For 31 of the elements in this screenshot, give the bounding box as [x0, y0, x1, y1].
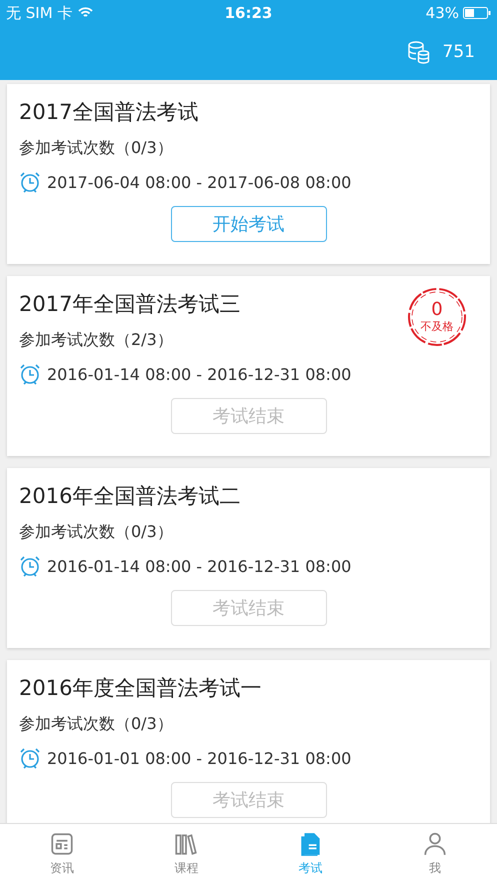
tab-item[interactable]: 资讯 — [0, 824, 124, 883]
tab-item[interactable]: 课程 — [124, 824, 248, 883]
person-icon — [422, 830, 448, 856]
clock: 16:23 — [224, 4, 272, 22]
tab-item[interactable]: 考试 — [248, 824, 373, 883]
coin-balance: 751 — [442, 42, 475, 62]
exam-period: 2017-06-04 08:00 - 2017-06-08 08:00 — [47, 172, 352, 192]
coins-icon — [406, 40, 431, 64]
tab-item[interactable]: 我 — [372, 824, 497, 883]
exam-title: 2017全国普法考试 — [19, 99, 198, 126]
exam-period: 2016-01-14 08:00 - 2016-12-31 08:00 — [47, 364, 352, 384]
attempt-count: 参加考试次数（0/3） — [19, 714, 174, 735]
alarm-clock-icon — [19, 747, 41, 769]
carrier: 无 SIM 卡 — [6, 4, 72, 22]
battery-percent: 43% — [426, 4, 459, 22]
attempt-count: 参加考试次数（2/3） — [19, 330, 174, 351]
alarm-clock-icon — [19, 555, 41, 577]
fail-stamp: 0 不及格 — [406, 286, 468, 348]
exam-title: 2016年全国普法考试二 — [19, 483, 240, 510]
alarm-clock-icon — [19, 363, 41, 385]
exam-title: 2016年度全国普法考试一 — [19, 675, 262, 702]
exam-title: 2017年全国普法考试三 — [19, 291, 240, 318]
exam-period: 2016-01-14 08:00 - 2016-12-31 08:00 — [47, 556, 352, 576]
wifi-icon — [78, 7, 94, 19]
battery-icon — [463, 7, 491, 19]
alarm-clock-icon — [19, 171, 41, 193]
exam-button[interactable]: 开始考试 — [170, 206, 326, 242]
exam-period: 2016-01-01 08:00 - 2016-12-31 08:00 — [47, 748, 352, 768]
newspaper-icon — [49, 830, 76, 856]
attempt-count: 参加考试次数（0/3） — [19, 522, 174, 543]
attempt-count: 参加考试次数（0/3） — [19, 138, 174, 159]
